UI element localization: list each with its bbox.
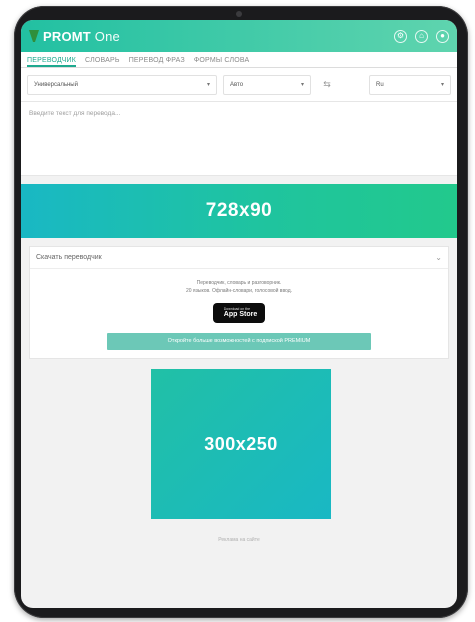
promo-text-line-2: 20 языков. Офлайн-словари, голосовой вво… — [185, 288, 293, 294]
footer-note: Реклама на сайте — [218, 537, 260, 543]
download-card-header[interactable]: Скачать переводчик ⌄ — [30, 247, 448, 269]
promt-logo-icon — [29, 30, 39, 42]
app-screen: PROMT One ⚙ ⌂ ● ПЕРЕВОДЧИК СЛОВАРЬ ПЕРЕВ… — [21, 20, 457, 608]
download-card: Скачать переводчик ⌄ Переводчик, словарь… — [29, 246, 449, 359]
target-language-select[interactable]: Ru ▾ — [369, 74, 451, 95]
ad-banner-728x90[interactable]: 728x90 — [21, 184, 457, 238]
ad-square-300x250[interactable]: 300x250 — [151, 369, 331, 519]
target-language-value: Ru — [376, 81, 384, 88]
tab-word-forms[interactable]: ФОРМЫ СЛОВА — [194, 57, 250, 67]
app-store-text: Download on the App Store — [224, 307, 257, 319]
chevron-down-icon: ▾ — [206, 82, 210, 88]
source-text-area — [21, 102, 457, 176]
premium-subscription-button[interactable]: Откройте больше возможностей с подпиской… — [107, 333, 371, 350]
download-card-body: Переводчик, словарь и разговорник. 20 яз… — [30, 269, 448, 358]
chevron-down-icon: ▾ — [440, 82, 444, 88]
download-card-title: Скачать переводчик — [36, 254, 102, 261]
chevron-down-icon: ⌄ — [435, 253, 442, 262]
swap-languages-icon[interactable]: ⇆ — [317, 79, 337, 90]
chevron-down-icon: ▾ — [300, 82, 304, 88]
tab-phrases[interactable]: ПЕРЕВОД ФРАЗ — [129, 57, 185, 67]
account-icon[interactable]: ● — [436, 29, 449, 43]
main-tabs: ПЕРЕВОДЧИК СЛОВАРЬ ПЕРЕВОД ФРАЗ ФОРМЫ СЛ… — [21, 52, 457, 68]
translation-controls: Универсальный ▾ Авто ▾ ⇆ Ru ▾ — [21, 68, 457, 102]
title-icons: ⚙ ⌂ ● — [394, 29, 449, 43]
tab-dictionary[interactable]: СЛОВАРЬ — [85, 57, 120, 67]
front-camera — [236, 11, 242, 17]
app-store-small-text: Download on the — [223, 307, 251, 311]
source-text-input[interactable] — [29, 110, 449, 167]
promo-text-line-1: Переводчик, словарь и разговорник. — [196, 280, 282, 286]
app-title: PROMT One — [43, 29, 120, 44]
topic-select[interactable]: Универсальный ▾ — [27, 74, 217, 95]
app-title-bold: PROMT — [43, 28, 91, 44]
app-title-light: One — [94, 28, 120, 44]
source-language-select[interactable]: Авто ▾ — [223, 74, 311, 95]
home-icon[interactable]: ⌂ — [415, 29, 428, 43]
source-language-value: Авто — [230, 81, 244, 88]
tab-translator[interactable]: ПЕРЕВОДЧИК — [27, 57, 77, 67]
topic-select-value: Универсальный — [34, 81, 78, 88]
title-bar: PROMT One ⚙ ⌂ ● — [21, 20, 457, 52]
settings-icon[interactable]: ⚙ — [394, 29, 407, 43]
app-store-badge[interactable]: Download on the App Store — [212, 303, 266, 323]
app-store-big-text: App Store — [223, 311, 258, 318]
